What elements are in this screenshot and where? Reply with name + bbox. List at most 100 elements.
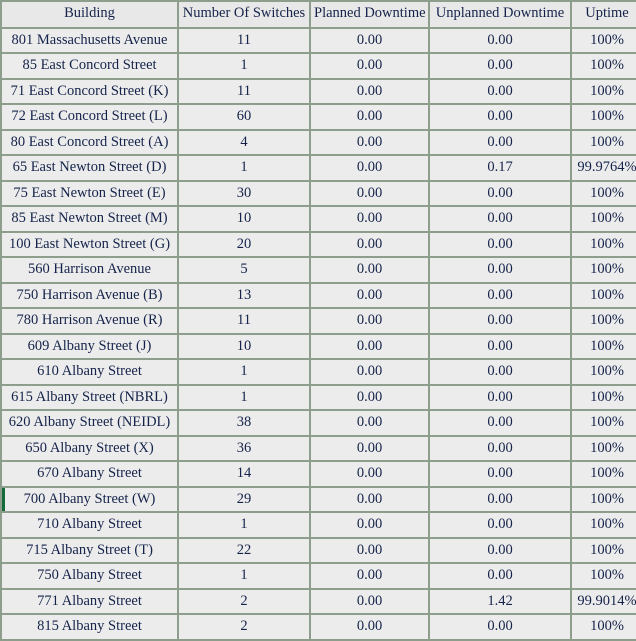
cell-uptime: 99.9764% — [572, 156, 636, 180]
cell-switches: 10 — [179, 207, 309, 231]
cell-switches: 30 — [179, 181, 309, 205]
cell-planned: 0.00 — [311, 589, 428, 613]
cell-unplanned: 0.00 — [430, 181, 570, 205]
table-row[interactable]: 72 East Concord Street (L) 60 0.00 0.00 100% — [2, 105, 636, 129]
cell-switches: 1 — [179, 54, 309, 78]
cell-uptime: 100% — [572, 54, 636, 78]
table-row[interactable]: 700 Albany Street (W) 29 0.00 0.00 100% — [2, 487, 636, 511]
table-header-row: Building Number Of Switches Planned Downti… — [2, 2, 636, 27]
cell-uptime: 100% — [572, 207, 636, 231]
cell-planned: 0.00 — [311, 79, 428, 103]
cell-unplanned: 0.00 — [430, 487, 570, 511]
cell-switches: 10 — [179, 334, 309, 358]
table-row[interactable]: 750 Albany Street 1 0.00 0.00 100% — [2, 564, 636, 588]
cell-building: 75 East Newton Street (E) — [2, 181, 177, 205]
table-row[interactable]: 650 Albany Street (X) 36 0.00 0.00 100% — [2, 436, 636, 460]
table-row[interactable]: 65 East Newton Street (D) 1 0.00 0.17 99.976… — [2, 156, 636, 180]
table-row[interactable]: 609 Albany Street (J) 10 0.00 0.00 100% — [2, 334, 636, 358]
cell-unplanned: 0.00 — [430, 79, 570, 103]
cell-planned: 0.00 — [311, 258, 428, 282]
table-row[interactable]: 815 Albany Street 2 0.00 0.00 100% — [2, 615, 636, 639]
cell-building: 100 East Newton Street (G) — [2, 232, 177, 256]
cell-unplanned: 0.00 — [430, 130, 570, 154]
cell-building: 620 Albany Street (NEIDL) — [2, 411, 177, 435]
cell-switches: 5 — [179, 258, 309, 282]
cell-unplanned: 0.00 — [430, 232, 570, 256]
cell-switches: 38 — [179, 411, 309, 435]
table-row[interactable]: 75 East Newton Street (E) 30 0.00 0.00 100% — [2, 181, 636, 205]
cell-uptime: 100% — [572, 385, 636, 409]
cell-uptime: 100% — [572, 105, 636, 129]
cell-switches: 2 — [179, 589, 309, 613]
table-row[interactable]: 771 Albany Street 2 0.00 1.42 99.9014% — [2, 589, 636, 613]
cell-switches: 11 — [179, 79, 309, 103]
cell-building: 85 East Concord Street — [2, 54, 177, 78]
cell-unplanned: 0.00 — [430, 564, 570, 588]
column-header-planned[interactable]: Planned Downtime — [311, 2, 428, 27]
cell-building: 85 East Newton Street (M) — [2, 207, 177, 231]
cell-building: 560 Harrison Avenue — [2, 258, 177, 282]
cell-building: 771 Albany Street — [2, 589, 177, 613]
cell-unplanned: 0.00 — [430, 411, 570, 435]
table-row[interactable]: 801 Massachusetts Avenue 11 0.00 0.00 100% — [2, 28, 636, 52]
cell-uptime: 100% — [572, 28, 636, 52]
cell-planned: 0.00 — [311, 487, 428, 511]
cell-planned: 0.00 — [311, 385, 428, 409]
cell-switches: 1 — [179, 360, 309, 384]
cell-building: 780 Harrison Avenue (R) — [2, 309, 177, 333]
cell-building: 72 East Concord Street (L) — [2, 105, 177, 129]
cell-uptime: 100% — [572, 130, 636, 154]
table-row[interactable]: 610 Albany Street 1 0.00 0.00 100% — [2, 360, 636, 384]
cell-switches: 4 — [179, 130, 309, 154]
table-row[interactable]: 85 East Concord Street 1 0.00 0.00 100% — [2, 54, 636, 78]
cell-planned: 0.00 — [311, 232, 428, 256]
cell-building: 670 Albany Street — [2, 462, 177, 486]
table-row[interactable]: 560 Harrison Avenue 5 0.00 0.00 100% — [2, 258, 636, 282]
cell-building: 815 Albany Street — [2, 615, 177, 639]
cell-unplanned: 0.17 — [430, 156, 570, 180]
table-header: Building Number Of Switches Planned Downti… — [2, 2, 636, 27]
table-row[interactable]: 670 Albany Street 14 0.00 0.00 100% — [2, 462, 636, 486]
cell-planned: 0.00 — [311, 513, 428, 537]
cell-building: 610 Albany Street — [2, 360, 177, 384]
table-row[interactable]: 780 Harrison Avenue (R) 11 0.00 0.00 100% — [2, 309, 636, 333]
column-header-uptime[interactable]: Uptime — [572, 2, 636, 27]
cell-uptime: 100% — [572, 615, 636, 639]
cell-uptime: 100% — [572, 513, 636, 537]
cell-switches: 14 — [179, 462, 309, 486]
table-row[interactable]: 80 East Concord Street (A) 4 0.00 0.00 100% — [2, 130, 636, 154]
cell-unplanned: 0.00 — [430, 283, 570, 307]
table-row[interactable]: 715 Albany Street (T) 22 0.00 0.00 100% — [2, 538, 636, 562]
cell-uptime: 100% — [572, 564, 636, 588]
cell-switches: 36 — [179, 436, 309, 460]
table-row[interactable]: 615 Albany Street (NBRL) 1 0.00 0.00 100% — [2, 385, 636, 409]
cell-unplanned: 0.00 — [430, 360, 570, 384]
cell-unplanned: 1.42 — [430, 589, 570, 613]
table-row[interactable]: 750 Harrison Avenue (B) 13 0.00 0.00 100% — [2, 283, 636, 307]
table-row[interactable]: 71 East Concord Street (K) 11 0.00 0.00 100% — [2, 79, 636, 103]
cell-building: 710 Albany Street — [2, 513, 177, 537]
table-row[interactable]: 100 East Newton Street (G) 20 0.00 0.00 100% — [2, 232, 636, 256]
cell-planned: 0.00 — [311, 105, 428, 129]
column-header-building[interactable]: Building — [2, 2, 177, 27]
cell-planned: 0.00 — [311, 181, 428, 205]
cell-building: 750 Harrison Avenue (B) — [2, 283, 177, 307]
table-row[interactable]: 620 Albany Street (NEIDL) 38 0.00 0.00 100% — [2, 411, 636, 435]
cell-uptime: 100% — [572, 181, 636, 205]
cell-building: 65 East Newton Street (D) — [2, 156, 177, 180]
cell-uptime: 100% — [572, 232, 636, 256]
cell-uptime: 100% — [572, 258, 636, 282]
cell-unplanned: 0.00 — [430, 309, 570, 333]
cell-switches: 2 — [179, 615, 309, 639]
cell-planned: 0.00 — [311, 564, 428, 588]
cell-switches: 13 — [179, 283, 309, 307]
column-header-switches[interactable]: Number Of Switches — [179, 2, 309, 27]
cell-uptime: 100% — [572, 538, 636, 562]
table-row[interactable]: 85 East Newton Street (M) 10 0.00 0.00 100% — [2, 207, 636, 231]
cell-planned: 0.00 — [311, 156, 428, 180]
column-header-unplanned[interactable]: Unplanned Downtime — [430, 2, 570, 27]
cell-planned: 0.00 — [311, 411, 428, 435]
table-row[interactable]: 710 Albany Street 1 0.00 0.00 100% — [2, 513, 636, 537]
cell-switches: 11 — [179, 309, 309, 333]
cell-building: 609 Albany Street (J) — [2, 334, 177, 358]
